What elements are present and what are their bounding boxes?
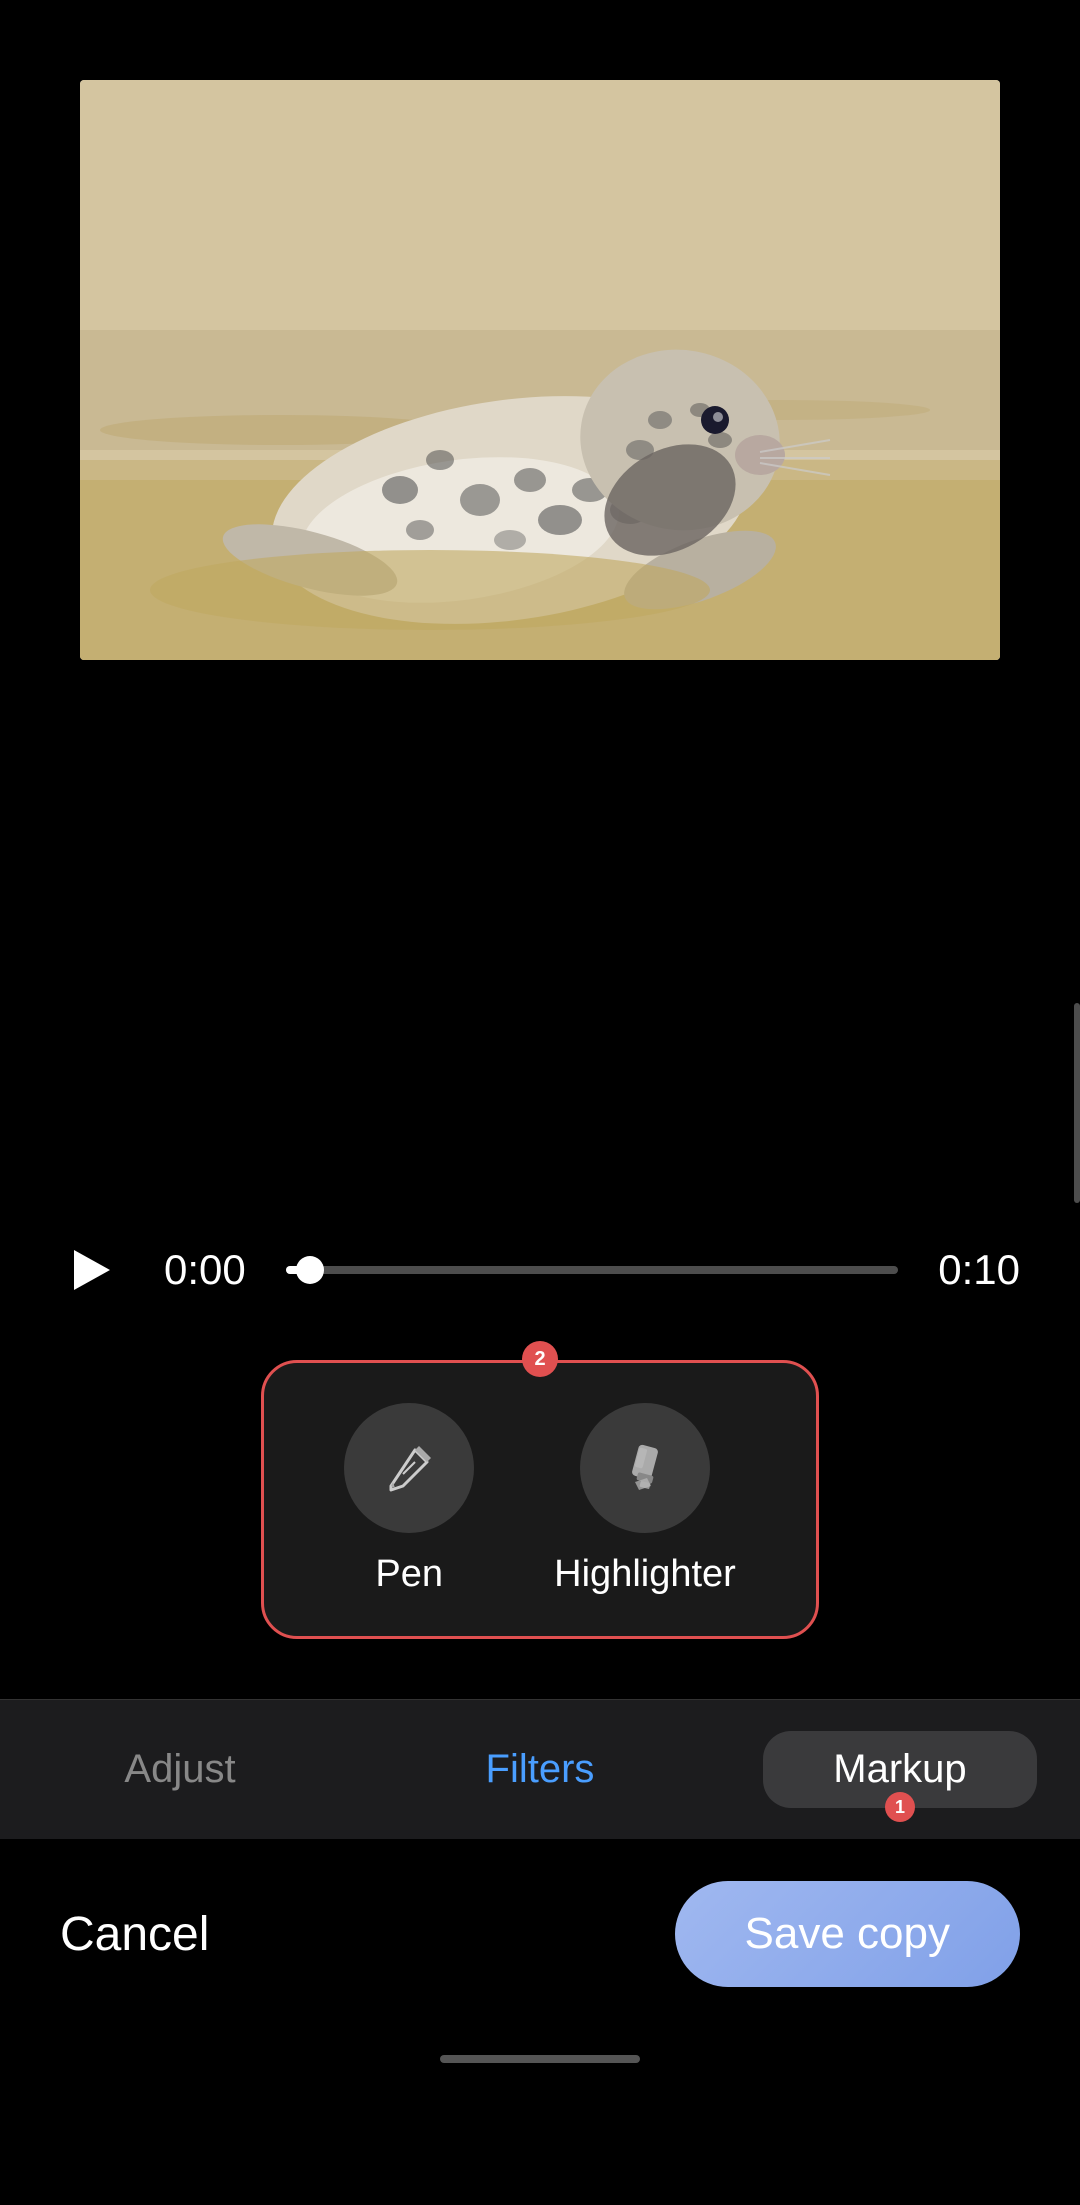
pen-tool-icon-circle bbox=[344, 1403, 474, 1533]
highlighter-tool-item[interactable]: Highlighter bbox=[514, 1393, 776, 1606]
seal-image bbox=[80, 80, 1000, 660]
tab-filters-label: Filters bbox=[486, 1747, 595, 1792]
highlighter-tool-label: Highlighter bbox=[554, 1553, 736, 1596]
progress-bar[interactable] bbox=[286, 1266, 899, 1274]
play-button[interactable] bbox=[60, 1238, 124, 1302]
middle-black-area bbox=[0, 740, 1080, 1220]
tab-markup[interactable]: Markup 1 bbox=[720, 1700, 1080, 1839]
video-controls-bar: 0:00 0:10 bbox=[0, 1220, 1080, 1320]
tool-popup-area: 2 Pen bbox=[0, 1320, 1080, 1699]
highlighter-tool-icon-circle bbox=[580, 1403, 710, 1533]
bottom-action-bar: Cancel Save copy bbox=[0, 1839, 1080, 2029]
home-indicator-bar bbox=[440, 2055, 640, 2063]
tab-markup-label: Markup bbox=[833, 1747, 966, 1792]
pen-icon bbox=[379, 1438, 439, 1498]
tool-popup-badge: 2 bbox=[522, 1341, 558, 1377]
tab-filters[interactable]: Filters bbox=[360, 1700, 720, 1839]
tab-markup-badge: 1 bbox=[885, 1792, 915, 1822]
scrollbar-hint bbox=[1074, 1003, 1080, 1203]
highlighter-icon bbox=[615, 1438, 675, 1498]
save-copy-button[interactable]: Save copy bbox=[675, 1881, 1020, 1987]
tab-adjust[interactable]: Adjust bbox=[0, 1700, 360, 1839]
media-container bbox=[80, 80, 1000, 660]
cancel-button[interactable]: Cancel bbox=[60, 1907, 209, 1962]
time-total: 0:10 bbox=[938, 1246, 1020, 1294]
progress-thumb[interactable] bbox=[296, 1256, 324, 1284]
tool-popup: 2 Pen bbox=[261, 1360, 819, 1639]
top-black-area bbox=[0, 0, 1080, 740]
time-current: 0:00 bbox=[164, 1246, 246, 1294]
bottom-tabs-bar: Adjust Filters Markup 1 bbox=[0, 1699, 1080, 1839]
tab-markup-bg: Markup 1 bbox=[763, 1731, 1036, 1808]
tab-adjust-label: Adjust bbox=[124, 1747, 235, 1792]
play-icon bbox=[74, 1250, 110, 1290]
pen-tool-item[interactable]: Pen bbox=[304, 1393, 514, 1606]
pen-tool-label: Pen bbox=[375, 1553, 443, 1596]
home-indicator-area bbox=[0, 2029, 1080, 2089]
